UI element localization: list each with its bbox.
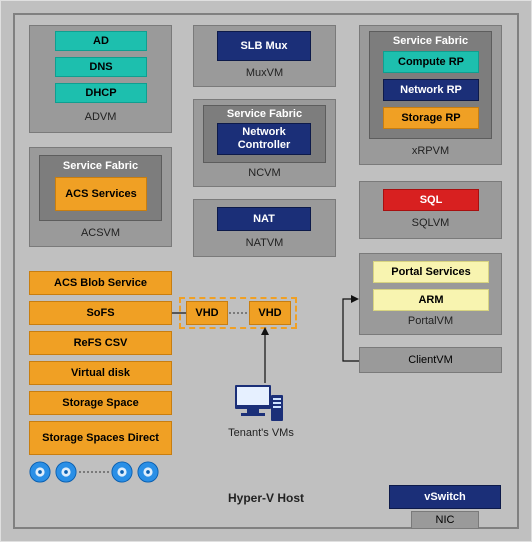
sofs-to-vhd-line — [172, 312, 186, 314]
acs-services-box: ACS Services — [55, 177, 147, 211]
clientvm-label: ClientVM — [408, 354, 453, 366]
storage-rp-label: Storage RP — [401, 112, 460, 124]
sql-box: SQL — [383, 189, 479, 211]
compute-rp-box: Compute RP — [383, 51, 479, 73]
nat-box: NAT — [217, 207, 311, 231]
nic-box: NIC — [411, 511, 479, 529]
nc-box: Network Controller — [217, 123, 311, 155]
xrpvm-fabric-label: Service Fabric — [393, 35, 468, 47]
vswitch-box: vSwitch — [389, 485, 501, 509]
slbmux-box: SLB Mux — [217, 31, 311, 61]
acsvm-label: ACSVM — [29, 227, 172, 239]
muxvm-label: MuxVM — [193, 67, 336, 79]
dns-box: DNS — [55, 57, 147, 77]
refs-label: ReFS CSV — [74, 337, 128, 349]
vdisk-label: Virtual disk — [71, 367, 130, 379]
portalvm-label: PortalVM — [359, 315, 502, 327]
clientvm-group: ClientVM — [359, 347, 502, 373]
advm-label: ADVM — [29, 111, 172, 123]
xrpvm-label: xRPVM — [359, 145, 502, 157]
tenant-vms-label: Tenant's VMs — [201, 427, 321, 439]
dhcp-box: DHCP — [55, 83, 147, 103]
sql-label: SQL — [420, 194, 443, 206]
disk-icon — [137, 461, 159, 483]
ad-box: AD — [55, 31, 147, 51]
sqlvm-label: SQLVM — [359, 217, 502, 229]
acs-services-label: ACS Services — [65, 187, 137, 201]
ncvm-label: NCVM — [193, 167, 336, 179]
sspace-box: Storage Space — [29, 391, 172, 415]
arm-label: ARM — [418, 294, 443, 306]
slbmux-label: SLB Mux — [240, 40, 287, 53]
storage-rp-box: Storage RP — [383, 107, 479, 129]
compute-rp-label: Compute RP — [398, 56, 464, 68]
sofs-box: SoFS — [29, 301, 172, 325]
vswitch-label: vSwitch — [424, 491, 466, 503]
portal-services-box: Portal Services — [373, 261, 489, 283]
sspace-label: Storage Space — [62, 397, 138, 409]
diagram-canvas: AD DNS DHCP ADVM Service Fabric ACS Serv… — [0, 0, 532, 542]
tenant-to-vhd-arrow — [259, 327, 271, 383]
acs-blob-box: ACS Blob Service — [29, 271, 172, 295]
ssd-box: Storage Spaces Direct — [29, 421, 172, 455]
nc-label: Network Controller — [218, 126, 310, 152]
nic-label: NIC — [436, 514, 455, 526]
sofs-label: SoFS — [86, 307, 114, 319]
client-to-portal-arrow — [337, 293, 361, 363]
network-rp-label: Network RP — [400, 84, 462, 96]
vhd-ellipsis-line — [229, 312, 247, 314]
dns-label: DNS — [89, 61, 112, 73]
tenant-vms-icon — [229, 381, 289, 425]
disk-icon — [29, 461, 51, 483]
acs-blob-label: ACS Blob Service — [54, 277, 147, 289]
ad-label: AD — [93, 35, 109, 47]
disk-icon — [55, 461, 77, 483]
portal-services-label: Portal Services — [391, 266, 471, 278]
network-rp-box: Network RP — [383, 79, 479, 101]
acsvm-fabric-label: Service Fabric — [63, 160, 138, 172]
ncvm-fabric-label: Service Fabric — [227, 108, 302, 120]
vdisk-box: Virtual disk — [29, 361, 172, 385]
disk-icon — [111, 461, 133, 483]
disk-ellipsis-line — [79, 471, 109, 473]
refs-box: ReFS CSV — [29, 331, 172, 355]
natvm-label: NATVM — [193, 237, 336, 249]
hyperv-host-label: Hyper-V Host — [201, 491, 331, 505]
nat-label: NAT — [253, 213, 275, 225]
ssd-label: Storage Spaces Direct — [42, 431, 159, 445]
arm-box: ARM — [373, 289, 489, 311]
dhcp-label: DHCP — [85, 87, 116, 99]
